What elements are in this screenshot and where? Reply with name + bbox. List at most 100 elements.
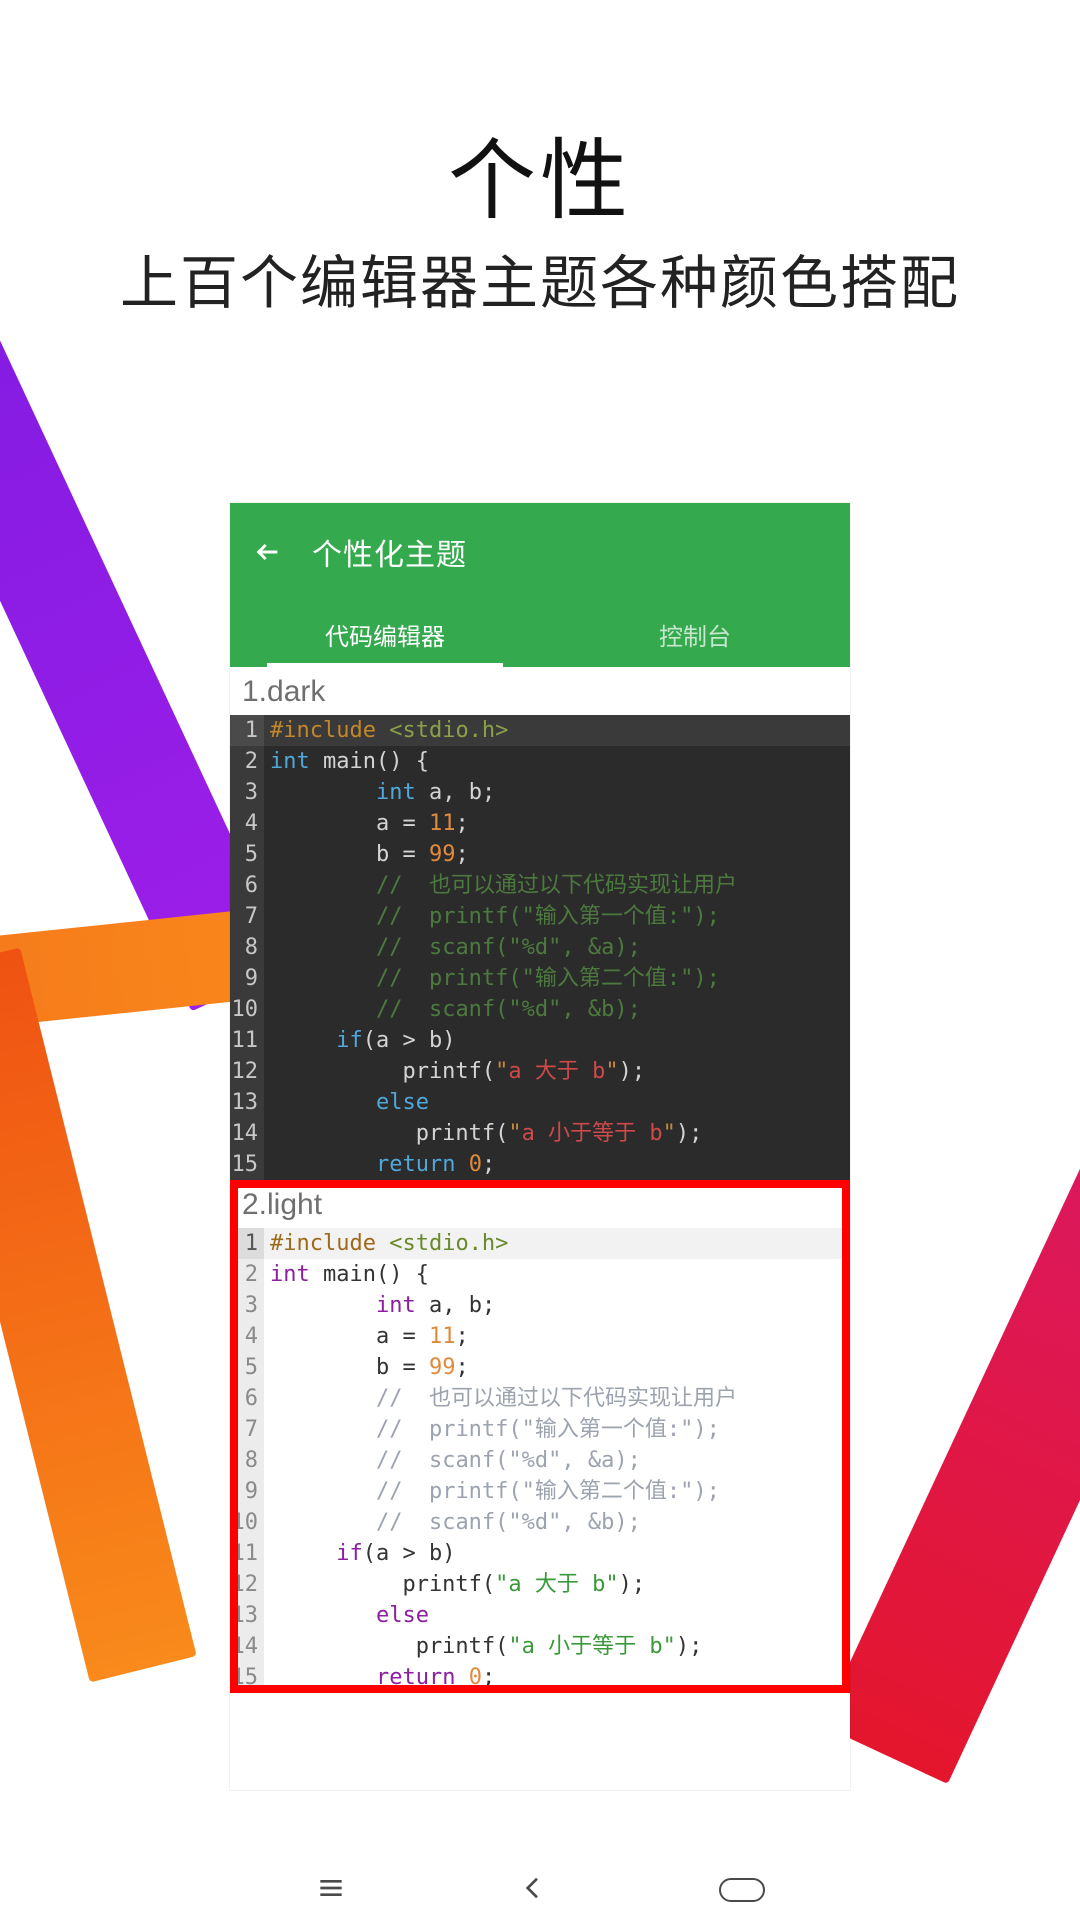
code-content: else — [264, 1600, 850, 1631]
line-number: 1 — [230, 715, 264, 746]
line-number: 13 — [230, 1600, 264, 1631]
line-number: 9 — [230, 1476, 264, 1507]
tab-bar: 代码编辑器控制台 — [230, 601, 850, 667]
code-preview-dark: 1#include <stdio.h>2int main() {3 int a,… — [230, 715, 850, 1180]
code-line: 11 if(a > b) — [230, 1025, 850, 1056]
code-content: a = 11; — [264, 1321, 850, 1352]
code-content: printf("a 小于等于 b"); — [264, 1118, 850, 1149]
theme-option-light[interactable]: 2.light1#include <stdio.h>2int main() {3… — [230, 1180, 850, 1693]
theme-title: 1.dark — [230, 667, 850, 715]
nav-recent-icon[interactable] — [719, 1878, 765, 1902]
code-line: 4 a = 11; — [230, 808, 850, 839]
code-content: a = 11; — [264, 808, 850, 839]
code-content: // scanf("%d", &b); — [264, 994, 850, 1025]
line-number: 7 — [230, 1414, 264, 1445]
code-line: 9 // printf("输入第二个值:"); — [230, 1476, 850, 1507]
line-number: 8 — [230, 1445, 264, 1476]
code-content: #include <stdio.h> — [264, 1228, 850, 1259]
line-number: 15 — [230, 1662, 264, 1693]
code-content: else — [264, 1087, 850, 1118]
code-content: // scanf("%d", &a); — [264, 1445, 850, 1476]
line-number: 11 — [230, 1025, 264, 1056]
line-number: 2 — [230, 746, 264, 777]
code-line: 15 return 0; — [230, 1662, 850, 1693]
code-content: // 也可以通过以下代码实现让用户 — [264, 1383, 850, 1414]
line-number: 5 — [230, 1352, 264, 1383]
code-content: if(a > b) — [264, 1538, 850, 1569]
code-line: 3 int a, b; — [230, 1290, 850, 1321]
decorative-bar-orange-2 — [0, 948, 197, 1683]
line-number: 10 — [230, 994, 264, 1025]
line-number: 6 — [230, 870, 264, 901]
code-line: 3 int a, b; — [230, 777, 850, 808]
code-line: 13 else — [230, 1600, 850, 1631]
line-number: 12 — [230, 1056, 264, 1087]
code-line: 14 printf("a 小于等于 b"); — [230, 1631, 850, 1662]
line-number: 8 — [230, 932, 264, 963]
tab-code-editor[interactable]: 代码编辑器 — [230, 601, 540, 667]
android-nav-bar — [230, 1860, 850, 1920]
code-content: printf("a 大于 b"); — [264, 1569, 850, 1600]
code-line: 7 // printf("输入第一个值:"); — [230, 901, 850, 932]
theme-option-dark[interactable]: 1.dark1#include <stdio.h>2int main() {3 … — [230, 667, 850, 1180]
line-number: 11 — [230, 1538, 264, 1569]
code-line: 14 printf("a 小于等于 b"); — [230, 1118, 850, 1149]
page-title: 个性化主题 — [312, 530, 467, 574]
code-line: 5 b = 99; — [230, 1352, 850, 1383]
code-line: 7 // printf("输入第一个值:"); — [230, 1414, 850, 1445]
code-content: int main() { — [264, 1259, 850, 1290]
code-line: 2int main() { — [230, 746, 850, 777]
line-number: 5 — [230, 839, 264, 870]
code-content: return 0; — [264, 1662, 850, 1693]
code-line: 5 b = 99; — [230, 839, 850, 870]
code-content: // scanf("%d", &a); — [264, 932, 850, 963]
code-line: 8 // scanf("%d", &a); — [230, 1445, 850, 1476]
line-number: 15 — [230, 1149, 264, 1180]
code-content: int a, b; — [264, 777, 850, 808]
back-icon[interactable] — [254, 538, 282, 566]
code-content: #include <stdio.h> — [264, 715, 850, 746]
marketing-subheadline: 上百个编辑器主题各种颜色搭配 — [0, 236, 1080, 320]
nav-menu-icon[interactable] — [315, 1872, 347, 1909]
marketing-headline: 个性 — [0, 110, 1080, 237]
code-content: // printf("输入第一个值:"); — [264, 901, 850, 932]
nav-back-icon[interactable] — [517, 1872, 549, 1909]
theme-title: 2.light — [230, 1180, 850, 1228]
code-line: 2int main() { — [230, 1259, 850, 1290]
tab-console[interactable]: 控制台 — [540, 601, 850, 667]
code-content: printf("a 小于等于 b"); — [264, 1631, 850, 1662]
line-number: 4 — [230, 808, 264, 839]
line-number: 14 — [230, 1631, 264, 1662]
code-content: // printf("输入第二个值:"); — [264, 963, 850, 994]
line-number: 12 — [230, 1569, 264, 1600]
code-line: 15 return 0; — [230, 1149, 850, 1180]
code-content: // scanf("%d", &b); — [264, 1507, 850, 1538]
line-number: 10 — [230, 1507, 264, 1538]
code-line: 12 printf("a 大于 b"); — [230, 1569, 850, 1600]
code-content: if(a > b) — [264, 1025, 850, 1056]
code-line: 10 // scanf("%d", &b); — [230, 994, 850, 1025]
code-line: 12 printf("a 大于 b"); — [230, 1056, 850, 1087]
code-line: 13 else — [230, 1087, 850, 1118]
code-content: // 也可以通过以下代码实现让用户 — [264, 870, 850, 901]
code-content: b = 99; — [264, 1352, 850, 1383]
code-content: int a, b; — [264, 1290, 850, 1321]
code-content: int main() { — [264, 746, 850, 777]
decorative-bar-pink — [821, 456, 1080, 1784]
theme-list[interactable]: 1.dark1#include <stdio.h>2int main() {3 … — [230, 667, 850, 1790]
code-line: 9 // printf("输入第二个值:"); — [230, 963, 850, 994]
code-line: 6 // 也可以通过以下代码实现让用户 — [230, 1383, 850, 1414]
line-number: 9 — [230, 963, 264, 994]
line-number: 1 — [230, 1228, 264, 1259]
line-number: 6 — [230, 1383, 264, 1414]
line-number: 14 — [230, 1118, 264, 1149]
code-line: 6 // 也可以通过以下代码实现让用户 — [230, 870, 850, 901]
code-content: return 0; — [264, 1149, 850, 1180]
code-line: 1#include <stdio.h> — [230, 1228, 850, 1259]
line-number: 7 — [230, 901, 264, 932]
code-content: printf("a 大于 b"); — [264, 1056, 850, 1087]
code-line: 8 // scanf("%d", &a); — [230, 932, 850, 963]
app-frame: 个性化主题 代码编辑器控制台 1.dark1#include <stdio.h>… — [230, 503, 850, 1790]
code-line: 4 a = 11; — [230, 1321, 850, 1352]
line-number: 13 — [230, 1087, 264, 1118]
